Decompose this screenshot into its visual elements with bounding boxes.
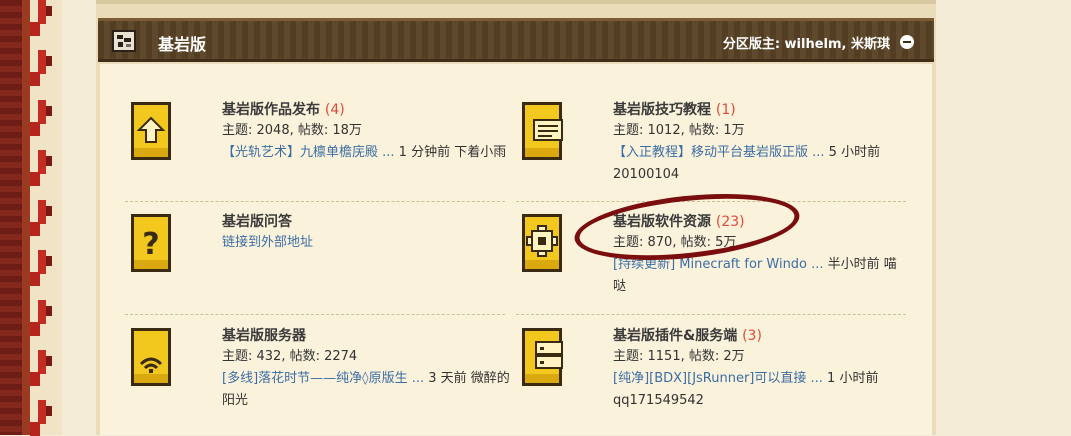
row-divider (516, 314, 906, 315)
border-tile (30, 300, 56, 336)
gear-icon[interactable] (516, 212, 568, 274)
forum-stats: 主题: 1012, 帖数: 1万 (613, 123, 745, 138)
border-tile (30, 400, 56, 436)
last-post-link[interactable]: 【光轨艺术】九檩单檐庑殿 ... (222, 145, 395, 160)
last-post-link[interactable]: [多线]落花时节——纯净◊原版生 ... (222, 371, 424, 386)
border-tile (30, 0, 56, 36)
new-post-count: (1) (715, 102, 736, 118)
forum-stats: 主题: 2048, 帖数: 18万 (222, 123, 362, 138)
last-post-link[interactable]: 【入正教程】移动平台基岩版正版 ... (613, 145, 825, 160)
border-tile (30, 250, 56, 286)
border-tile (30, 150, 56, 186)
border-tile (30, 200, 56, 236)
message-icon[interactable] (516, 100, 568, 162)
section-title[interactable]: 基岩版 (158, 31, 206, 55)
new-post-count: (4) (324, 102, 345, 118)
question-icon[interactable]: ? (125, 212, 177, 274)
last-post-meta: 1 分钟前 下着小雨 (394, 145, 507, 160)
left-decorative-border (0, 0, 62, 436)
svg-text:?: ? (142, 227, 159, 262)
border-tile (30, 350, 56, 386)
forum-name[interactable]: 基岩版问答 (222, 214, 292, 230)
border-rail (0, 0, 22, 435)
forum-stats: 主题: 432, 帖数: 2274 (222, 349, 358, 364)
new-post-count: (3) (742, 328, 762, 344)
server-icon[interactable] (516, 326, 568, 388)
border-rail-inner (22, 0, 30, 435)
last-post-link[interactable]: [纯净][BDX][JsRunner]可以直接 ... (613, 371, 823, 386)
wifi-icon[interactable] (125, 326, 177, 388)
forum-name[interactable]: 基岩版插件&服务端 (613, 328, 737, 344)
row-divider (125, 201, 505, 202)
border-tile (30, 100, 56, 136)
row-divider (125, 314, 505, 315)
bedrock-logo-icon (110, 27, 138, 55)
top-divider (96, 0, 936, 4)
section-header: 基岩版 分区版主: wilhelm, 米斯琪 (98, 18, 934, 62)
border-tile (30, 50, 56, 86)
section-moderators: 分区版主: wilhelm, 米斯琪 (722, 37, 890, 52)
forum-stats: 主题: 1151, 帖数: 2万 (613, 349, 745, 364)
forum-name[interactable]: 基岩版技巧教程 (613, 102, 711, 118)
forum-name[interactable]: 基岩版服务器 (222, 328, 306, 344)
external-link[interactable]: 链接到外部地址 (222, 235, 313, 250)
collapse-icon[interactable] (900, 35, 914, 49)
upload-icon[interactable] (125, 100, 177, 162)
forum-name[interactable]: 基岩版作品发布 (222, 102, 320, 118)
